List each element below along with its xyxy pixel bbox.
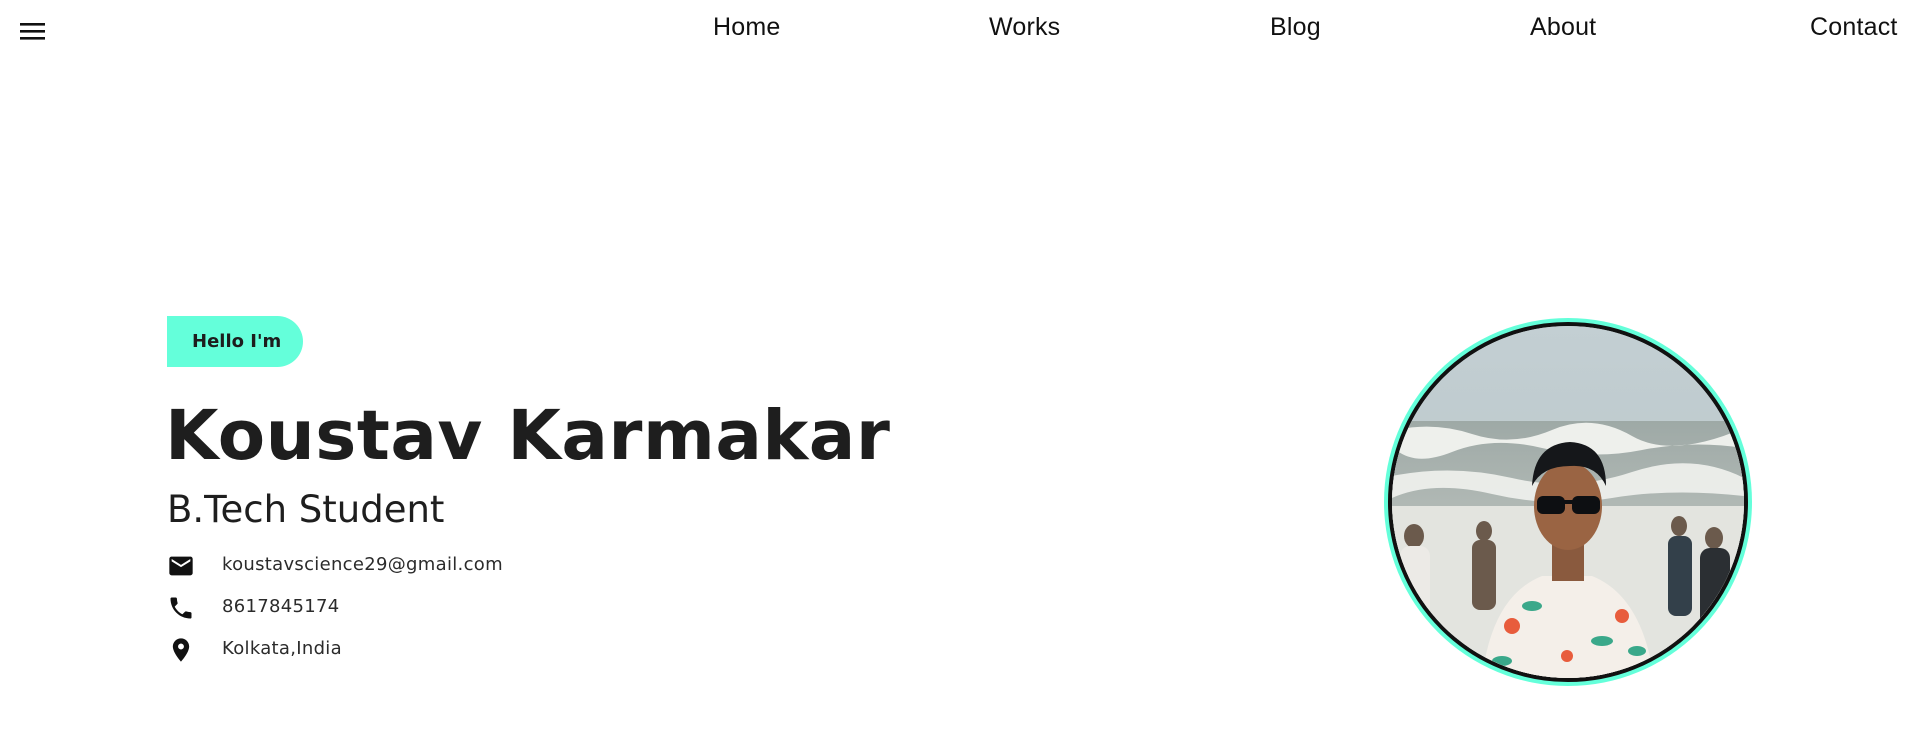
contact-item-location[interactable]: Kolkata,India <box>167 633 567 675</box>
contact-item-email[interactable]: koustavscience29@gmail.com <box>167 549 567 591</box>
nav-link-home[interactable]: Home <box>713 13 781 42</box>
profile-photo <box>1384 318 1752 686</box>
contact-item-phone[interactable]: 8617845174 <box>167 591 567 633</box>
contact-list: koustavscience29@gmail.com 8617845174 Ko… <box>167 549 567 675</box>
mail-icon <box>167 552 195 580</box>
nav-link-contact[interactable]: Contact <box>1810 13 1898 42</box>
hamburger-menu-icon[interactable] <box>20 19 46 43</box>
greeting-badge: Hello I'm <box>167 316 303 367</box>
profile-photo-image <box>1392 326 1744 678</box>
profile-photo-frame <box>1388 322 1748 682</box>
nav-link-blog[interactable]: Blog <box>1270 13 1321 42</box>
nav-link-works[interactable]: Works <box>989 13 1060 42</box>
hero-role: B.Tech Student <box>167 488 445 531</box>
email-text: koustavscience29@gmail.com <box>222 554 503 575</box>
phone-icon <box>167 594 195 622</box>
phone-text: 8617845174 <box>222 596 340 617</box>
top-navbar: Home Works Blog About Contact <box>0 0 1918 62</box>
location-pin-icon <box>167 636 195 664</box>
hero-name: Koustav Karmakar <box>165 396 891 476</box>
location-text: Kolkata,India <box>222 638 342 659</box>
nav-link-about[interactable]: About <box>1530 13 1596 42</box>
